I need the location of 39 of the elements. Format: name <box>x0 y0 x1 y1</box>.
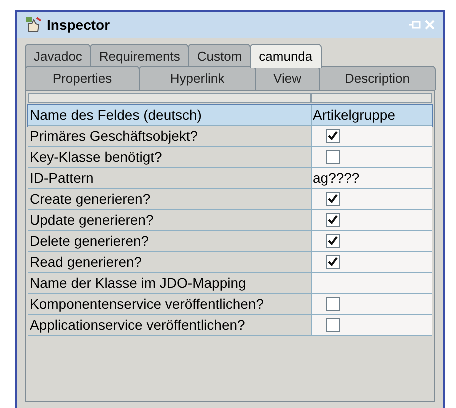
property-row[interactable]: Komponentenservice veröffentlichen? <box>28 294 432 315</box>
checkbox[interactable] <box>326 129 340 143</box>
property-row[interactable]: Read generieren? <box>28 252 432 273</box>
property-row[interactable]: Key-Klasse benötigt? <box>28 147 432 168</box>
tab[interactable]: View <box>255 66 320 90</box>
tab[interactable]: Hyperlink <box>139 66 256 90</box>
tab[interactable]: Description <box>319 66 436 90</box>
property-name: Name des Feldes (deutsch) <box>29 106 203 125</box>
tab[interactable]: camunda <box>250 44 322 68</box>
property-row[interactable]: Primäres Geschäftsobjekt? <box>28 126 432 147</box>
checkbox[interactable] <box>326 234 340 248</box>
checkbox[interactable] <box>326 150 340 164</box>
tab[interactable]: Properties <box>25 66 140 90</box>
tab[interactable]: Custom <box>188 44 252 68</box>
property-row[interactable]: Applicationservice veröffentlichen? <box>28 315 432 336</box>
checkbox[interactable] <box>326 213 340 227</box>
property-name: Primäres Geschäftsobjekt? <box>28 126 311 146</box>
tab[interactable]: Javadoc <box>25 44 92 68</box>
property-row[interactable]: ID-Pattern ag???? <box>28 168 432 189</box>
column-header[interactable] <box>311 93 432 103</box>
checkmark-icon <box>328 194 338 204</box>
property-row[interactable]: Create generieren? <box>28 189 432 210</box>
tab[interactable]: Requirements <box>90 44 190 68</box>
property-row[interactable]: Update generieren? <box>28 210 432 231</box>
hand-icon <box>25 16 43 34</box>
property-row[interactable]: Name des Feldes (deutsch) Artikelgruppe <box>28 105 432 126</box>
property-row[interactable]: Delete generieren? <box>28 231 432 252</box>
window-title: Inspector <box>47 16 110 35</box>
checkmark-icon <box>328 215 338 225</box>
checkmark-icon <box>328 131 338 141</box>
checkbox[interactable] <box>326 255 340 269</box>
checkbox[interactable] <box>326 318 340 332</box>
property-value[interactable]: Artikelgruppe <box>312 104 396 126</box>
checkmark-icon <box>328 236 338 246</box>
checkbox[interactable] <box>326 297 340 311</box>
property-row[interactable]: Name der Klasse im JDO-Mapping <box>28 273 432 294</box>
checkmark-icon <box>328 257 338 267</box>
checkbox[interactable] <box>326 192 340 206</box>
column-header[interactable] <box>28 93 311 103</box>
